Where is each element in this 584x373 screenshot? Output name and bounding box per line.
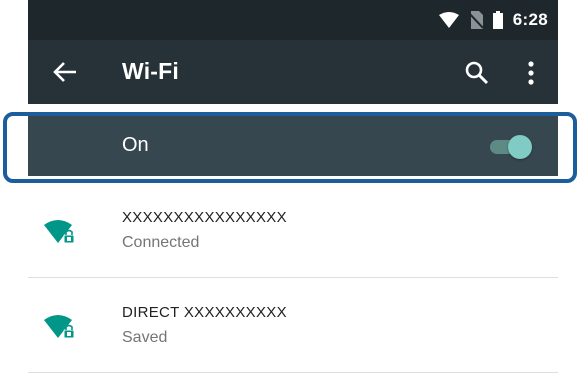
network-list-item[interactable]: XXXXXXXXXXXXXXXX Connected [28, 183, 558, 278]
status-time: 6:28 [512, 10, 548, 29]
wifi-switch-label: On [122, 134, 149, 156]
wifi-settings-screen: 6:28 Wi-Fi On XXXXXXXXXXXXXXXX Connected… [28, 0, 558, 373]
wifi-toggle[interactable] [488, 134, 534, 159]
network-list-item[interactable]: DIRECT XXXXXXXXXX Saved [28, 278, 558, 373]
wifi-lock-icon [44, 220, 75, 244]
arrow-back-icon[interactable] [52, 60, 78, 84]
network-ssid: XXXXXXXXXXXXXXXX [122, 209, 287, 226]
wifi-icon [438, 12, 459, 28]
battery-icon [492, 11, 503, 29]
wifi-switch-bar[interactable]: On [28, 116, 558, 176]
network-ssid: DIRECT XXXXXXXXXX [122, 304, 287, 321]
search-icon[interactable] [465, 61, 489, 85]
page-title: Wi-Fi [122, 58, 179, 84]
network-status: Connected [122, 234, 200, 251]
status-bar: 6:28 [28, 0, 558, 40]
toolbar: Wi-Fi [28, 40, 558, 104]
wifi-lock-icon [44, 315, 75, 339]
toggle-thumb[interactable] [508, 135, 532, 159]
no-sim-icon [468, 11, 483, 29]
network-status: Saved [122, 329, 168, 346]
more-vert-icon[interactable] [522, 60, 540, 86]
